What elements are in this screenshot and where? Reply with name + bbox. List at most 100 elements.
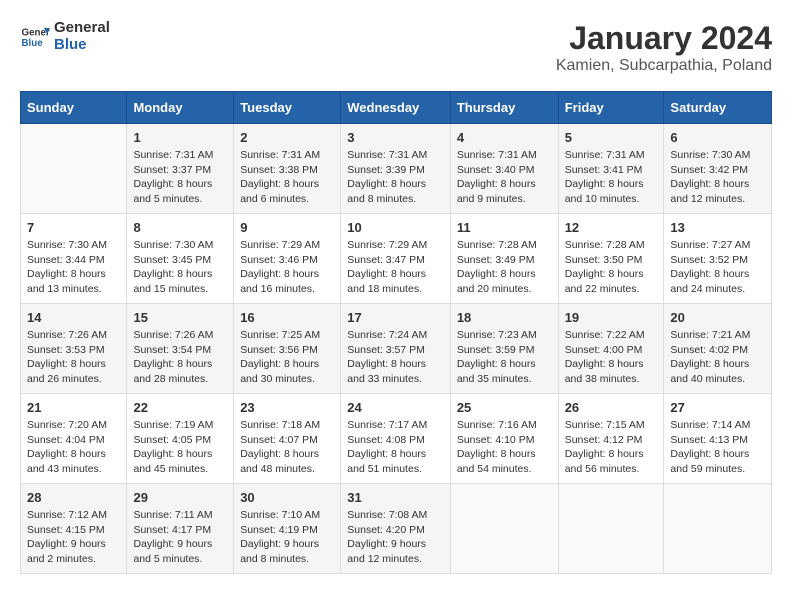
day-cell-7: 7 Sunrise: 7:30 AM Sunset: 3:44 PM Daylig… <box>21 214 127 304</box>
weekday-header-tuesday: Tuesday <box>234 92 341 124</box>
day-number: 29 <box>133 490 227 505</box>
day-cell-27: 27 Sunrise: 7:14 AM Sunset: 4:13 PM Dayli… <box>664 394 772 484</box>
day-info: Sunrise: 7:28 AM Sunset: 3:50 PM Dayligh… <box>565 238 658 297</box>
day-info: Sunrise: 7:30 AM Sunset: 3:42 PM Dayligh… <box>670 148 765 207</box>
day-cell-13: 13 Sunrise: 7:27 AM Sunset: 3:52 PM Dayli… <box>664 214 772 304</box>
day-info: Sunrise: 7:11 AM Sunset: 4:17 PM Dayligh… <box>133 508 227 567</box>
day-number: 14 <box>27 310 120 325</box>
day-number: 16 <box>240 310 334 325</box>
day-cell-20: 20 Sunrise: 7:21 AM Sunset: 4:02 PM Dayli… <box>664 304 772 394</box>
weekday-header-saturday: Saturday <box>664 92 772 124</box>
weekday-header-sunday: Sunday <box>21 92 127 124</box>
day-number: 15 <box>133 310 227 325</box>
title-area: January 2024 Kamien, Subcarpathia, Polan… <box>556 20 772 75</box>
day-cell-19: 19Sunrise: 7:22 AM Sunset: 4:00 PM Dayli… <box>558 304 664 394</box>
location-title: Kamien, Subcarpathia, Poland <box>556 57 772 75</box>
day-info: Sunrise: 7:31 AM Sunset: 3:40 PM Dayligh… <box>457 148 552 207</box>
day-cell-11: 11Sunrise: 7:28 AM Sunset: 3:49 PM Dayli… <box>450 214 558 304</box>
week-row-2: 7 Sunrise: 7:30 AM Sunset: 3:44 PM Daylig… <box>21 214 772 304</box>
week-row-1: 1 Sunrise: 7:31 AM Sunset: 3:37 PM Daylig… <box>21 124 772 214</box>
day-info: Sunrise: 7:20 AM Sunset: 4:04 PM Dayligh… <box>27 418 120 477</box>
day-number: 1 <box>133 130 227 145</box>
day-cell-22: 22 Sunrise: 7:19 AM Sunset: 4:05 PM Dayli… <box>127 394 234 484</box>
day-info: Sunrise: 7:31 AM Sunset: 3:38 PM Dayligh… <box>240 148 334 207</box>
svg-text:Blue: Blue <box>22 38 44 49</box>
day-cell-1: 1 Sunrise: 7:31 AM Sunset: 3:37 PM Daylig… <box>127 124 234 214</box>
logo-icon: General Blue <box>20 22 50 52</box>
day-number: 6 <box>670 130 765 145</box>
day-cell-4: 4 Sunrise: 7:31 AM Sunset: 3:40 PM Daylig… <box>450 124 558 214</box>
day-info: Sunrise: 7:16 AM Sunset: 4:10 PM Dayligh… <box>457 418 552 477</box>
day-info: Sunrise: 7:08 AM Sunset: 4:20 PM Dayligh… <box>347 508 444 567</box>
day-cell-6: 6 Sunrise: 7:30 AM Sunset: 3:42 PM Daylig… <box>664 124 772 214</box>
day-info: Sunrise: 7:25 AM Sunset: 3:56 PM Dayligh… <box>240 328 334 387</box>
day-number: 17 <box>347 310 444 325</box>
day-number: 8 <box>133 220 227 235</box>
empty-cell <box>21 124 127 214</box>
day-number: 21 <box>27 400 120 415</box>
day-info: Sunrise: 7:21 AM Sunset: 4:02 PM Dayligh… <box>670 328 765 387</box>
day-number: 12 <box>565 220 658 235</box>
day-info: Sunrise: 7:19 AM Sunset: 4:05 PM Dayligh… <box>133 418 227 477</box>
day-cell-30: 30 Sunrise: 7:10 AM Sunset: 4:19 PM Dayli… <box>234 484 341 574</box>
day-number: 3 <box>347 130 444 145</box>
logo-general: General <box>54 20 110 37</box>
day-info: Sunrise: 7:31 AM Sunset: 3:41 PM Dayligh… <box>565 148 658 207</box>
day-cell-24: 24Sunrise: 7:17 AM Sunset: 4:08 PM Dayli… <box>341 394 451 484</box>
day-info: Sunrise: 7:23 AM Sunset: 3:59 PM Dayligh… <box>457 328 552 387</box>
day-cell-21: 21 Sunrise: 7:20 AM Sunset: 4:04 PM Dayli… <box>21 394 127 484</box>
day-info: Sunrise: 7:15 AM Sunset: 4:12 PM Dayligh… <box>565 418 658 477</box>
day-info: Sunrise: 7:14 AM Sunset: 4:13 PM Dayligh… <box>670 418 765 477</box>
day-cell-28: 28Sunrise: 7:12 AM Sunset: 4:15 PM Dayli… <box>21 484 127 574</box>
day-cell-9: 9Sunrise: 7:29 AM Sunset: 3:46 PM Daylig… <box>234 214 341 304</box>
day-info: Sunrise: 7:30 AM Sunset: 3:45 PM Dayligh… <box>133 238 227 297</box>
day-number: 5 <box>565 130 658 145</box>
day-info: Sunrise: 7:26 AM Sunset: 3:54 PM Dayligh… <box>133 328 227 387</box>
logo-blue: Blue <box>54 37 110 54</box>
day-number: 25 <box>457 400 552 415</box>
day-info: Sunrise: 7:31 AM Sunset: 3:39 PM Dayligh… <box>347 148 444 207</box>
weekday-header-friday: Friday <box>558 92 664 124</box>
week-row-4: 21 Sunrise: 7:20 AM Sunset: 4:04 PM Dayli… <box>21 394 772 484</box>
day-number: 11 <box>457 220 552 235</box>
weekday-header-wednesday: Wednesday <box>341 92 451 124</box>
day-number: 23 <box>240 400 334 415</box>
day-info: Sunrise: 7:29 AM Sunset: 3:46 PM Dayligh… <box>240 238 334 297</box>
logo: General Blue General Blue <box>20 20 110 53</box>
day-cell-14: 14 Sunrise: 7:26 AM Sunset: 3:53 PM Dayli… <box>21 304 127 394</box>
weekday-header-thursday: Thursday <box>450 92 558 124</box>
day-cell-10: 10 Sunrise: 7:29 AM Sunset: 3:47 PM Dayli… <box>341 214 451 304</box>
day-info: Sunrise: 7:30 AM Sunset: 3:44 PM Dayligh… <box>27 238 120 297</box>
day-number: 19 <box>565 310 658 325</box>
day-number: 4 <box>457 130 552 145</box>
day-number: 26 <box>565 400 658 415</box>
day-info: Sunrise: 7:26 AM Sunset: 3:53 PM Dayligh… <box>27 328 120 387</box>
day-cell-29: 29 Sunrise: 7:11 AM Sunset: 4:17 PM Dayli… <box>127 484 234 574</box>
day-info: Sunrise: 7:12 AM Sunset: 4:15 PM Dayligh… <box>27 508 120 567</box>
day-number: 22 <box>133 400 227 415</box>
day-cell-2: 2Sunrise: 7:31 AM Sunset: 3:38 PM Daylig… <box>234 124 341 214</box>
day-number: 27 <box>670 400 765 415</box>
day-cell-18: 18 Sunrise: 7:23 AM Sunset: 3:59 PM Dayli… <box>450 304 558 394</box>
day-cell-3: 3 Sunrise: 7:31 AM Sunset: 3:39 PM Daylig… <box>341 124 451 214</box>
day-cell-17: 17 Sunrise: 7:24 AM Sunset: 3:57 PM Dayli… <box>341 304 451 394</box>
day-info: Sunrise: 7:27 AM Sunset: 3:52 PM Dayligh… <box>670 238 765 297</box>
day-info: Sunrise: 7:29 AM Sunset: 3:47 PM Dayligh… <box>347 238 444 297</box>
day-cell-15: 15 Sunrise: 7:26 AM Sunset: 3:54 PM Dayli… <box>127 304 234 394</box>
day-number: 20 <box>670 310 765 325</box>
day-number: 7 <box>27 220 120 235</box>
weekday-header-row: SundayMondayTuesdayWednesdayThursdayFrid… <box>21 92 772 124</box>
day-info: Sunrise: 7:18 AM Sunset: 4:07 PM Dayligh… <box>240 418 334 477</box>
day-number: 13 <box>670 220 765 235</box>
empty-cell <box>558 484 664 574</box>
day-info: Sunrise: 7:24 AM Sunset: 3:57 PM Dayligh… <box>347 328 444 387</box>
day-number: 31 <box>347 490 444 505</box>
day-number: 30 <box>240 490 334 505</box>
week-row-3: 14 Sunrise: 7:26 AM Sunset: 3:53 PM Dayli… <box>21 304 772 394</box>
day-number: 10 <box>347 220 444 235</box>
day-number: 18 <box>457 310 552 325</box>
day-cell-8: 8 Sunrise: 7:30 AM Sunset: 3:45 PM Daylig… <box>127 214 234 304</box>
day-info: Sunrise: 7:31 AM Sunset: 3:37 PM Dayligh… <box>133 148 227 207</box>
day-number: 24 <box>347 400 444 415</box>
day-info: Sunrise: 7:10 AM Sunset: 4:19 PM Dayligh… <box>240 508 334 567</box>
